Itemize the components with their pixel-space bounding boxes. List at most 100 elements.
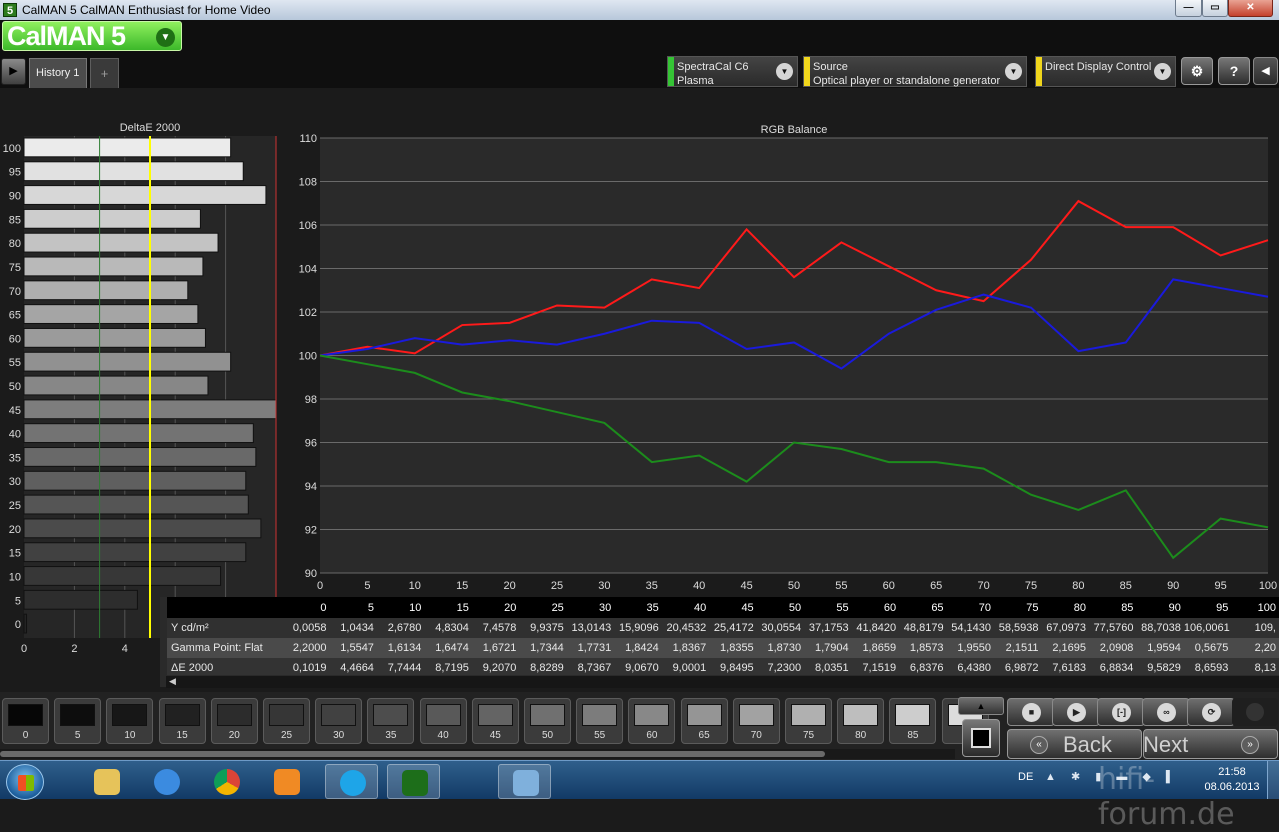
patch-swatch[interactable]: 35 [367, 698, 415, 744]
deltae-category-label: 35 [9, 452, 21, 464]
chevron-down-icon[interactable]: ▼ [776, 63, 793, 80]
patch-color-chip [738, 704, 774, 726]
rgb-y-tick: 106 [299, 220, 317, 232]
patch-color-chip [216, 704, 252, 726]
deltae-category-label: 55 [9, 357, 21, 369]
taskbar-image-viewer[interactable] [498, 764, 551, 799]
settings-gear-icon[interactable]: ⚙ [1181, 57, 1213, 85]
patch-color-chip [686, 704, 722, 726]
patch-swatch[interactable]: 55 [576, 698, 624, 744]
rgb-x-tick: 100 [1259, 580, 1277, 592]
table-column-header: 95 [1183, 597, 1232, 618]
play-button[interactable]: ▶ [1052, 698, 1100, 726]
rgb-balance-chart: RGB Balance 90 92 94 96 98 100 102 104 106 108 110 0… [299, 124, 1278, 592]
deltae-category-label: 0 [15, 619, 21, 631]
rgb-y-tick: 96 [305, 438, 317, 450]
source-selector[interactable]: Source Optical player or standalone gene… [803, 56, 1027, 87]
single-read-button[interactable]: [‑] [1097, 698, 1145, 726]
play-nav-icon[interactable]: ▶ [1, 58, 26, 85]
rgb-x-tick: 45 [740, 580, 752, 592]
patch-swatch[interactable]: 60 [628, 698, 676, 744]
start-button[interactable] [6, 764, 44, 800]
deltae-category-label: 65 [9, 310, 21, 322]
record-button[interactable] [1232, 698, 1278, 726]
deltae-bar [23, 375, 209, 396]
language-indicator[interactable]: DE [1018, 771, 1033, 783]
patch-color-chip [373, 704, 409, 726]
maximize-button[interactable]: ▭ [1202, 0, 1228, 17]
table-cell: 1,6474 [424, 638, 472, 658]
rgb-y-tick: 104 [299, 264, 317, 276]
display-control-selector[interactable]: Direct Display Control ▼ [1035, 56, 1176, 87]
patch-swatch[interactable]: 40 [419, 698, 467, 744]
patch-label: 80 [855, 730, 867, 741]
taskbar-media-player[interactable] [260, 764, 313, 799]
swatch-scrollbar[interactable] [0, 749, 955, 759]
rgb-x-tick: 65 [930, 580, 942, 592]
patch-swatch[interactable]: 75 [785, 698, 832, 744]
table-cell: 77,5760 [1088, 618, 1137, 638]
patch-swatch[interactable]: 50 [524, 698, 571, 744]
patch-swatch[interactable]: 10 [106, 698, 154, 744]
source-title: Source [813, 61, 848, 73]
swatch-scroll-thumb[interactable] [0, 751, 825, 757]
chevron-down-icon[interactable]: ▼ [1154, 63, 1171, 80]
patch-swatch[interactable]: 25 [263, 698, 310, 744]
meter-selector[interactable]: SpectraCal C6 Plasma ▼ [667, 56, 798, 87]
tab-history-1[interactable]: History 1 [29, 58, 87, 88]
rgb-x-tick: 95 [1214, 580, 1226, 592]
patch-swatch[interactable]: 15 [158, 698, 206, 744]
patch-label: 10 [124, 730, 136, 741]
collapse-panel-icon[interactable]: ◀ [1253, 57, 1278, 85]
patch-color-chip [582, 704, 618, 726]
patch-swatch[interactable]: 80 [837, 698, 885, 744]
patch-swatch[interactable]: 20 [210, 698, 258, 744]
patch-swatch[interactable]: 0 [2, 698, 49, 744]
patch-swatch[interactable]: 70 [732, 698, 780, 744]
calman-icon [402, 770, 428, 796]
next-button[interactable]: Next » [1143, 729, 1278, 759]
table-cell: 67,0973 [1041, 618, 1089, 638]
patch-swatch[interactable]: 30 [315, 698, 363, 744]
patch-color-chip [843, 704, 879, 726]
refresh-button[interactable]: ⟳ [1187, 698, 1235, 726]
table-horizontal-scrollbar[interactable]: ◀ [166, 675, 1279, 688]
add-tab-icon[interactable]: + [90, 58, 119, 88]
taskbar-calman[interactable] [387, 764, 440, 799]
continuous-read-button[interactable]: ∞ [1142, 698, 1190, 726]
windows-logo-icon [18, 775, 34, 791]
scroll-left-icon[interactable]: ◀ [169, 676, 176, 687]
taskbar-skype[interactable] [325, 764, 378, 799]
minimize-button[interactable]: — [1175, 0, 1202, 17]
table-column-header: 70 [946, 597, 995, 618]
back-button[interactable]: « Back [1007, 729, 1142, 759]
rgb-x-tick: 80 [1072, 580, 1084, 592]
deltae-bar [23, 304, 199, 324]
patch-swatch[interactable]: 65 [680, 698, 728, 744]
deltae-bar [23, 256, 204, 277]
patch-swatch[interactable]: 85 [889, 698, 937, 744]
calman-logo-menu[interactable]: CalMAN 5 ▼ [2, 21, 182, 51]
table-cell: 13,0143 [566, 618, 615, 638]
chevron-down-icon[interactable]: ▼ [1005, 63, 1022, 80]
loop-icon: ∞ [1157, 703, 1176, 722]
patch-color-chip [164, 704, 200, 726]
patch-swatch[interactable]: 5 [54, 698, 102, 744]
close-button[interactable]: ✕ [1228, 0, 1273, 17]
show-desktop-button[interactable] [1267, 761, 1279, 799]
table-cell: 1,8355 [709, 638, 757, 658]
rgb-y-tick: 102 [299, 307, 317, 319]
table-cell: 1,9594 [1136, 638, 1184, 658]
stop-button[interactable]: ■ [1007, 698, 1055, 726]
scroll-up-icon[interactable]: ▲ [958, 697, 1004, 715]
taskbar-chrome[interactable] [200, 764, 253, 799]
back-arrow-icon: « [1030, 736, 1048, 754]
taskbar-explorer[interactable] [80, 764, 133, 799]
rgb-x-tick: 25 [551, 580, 563, 592]
taskbar-internet-explorer[interactable] [140, 764, 193, 799]
help-icon[interactable]: ? [1218, 57, 1250, 85]
chevron-down-icon[interactable]: ▼ [156, 28, 175, 47]
stop-measure-button[interactable] [962, 719, 1000, 757]
patch-swatch[interactable]: 45 [471, 698, 519, 744]
app-header: CalMAN 5 ▼ ▶ History 1 + SpectraCal C6 P… [0, 20, 1279, 88]
